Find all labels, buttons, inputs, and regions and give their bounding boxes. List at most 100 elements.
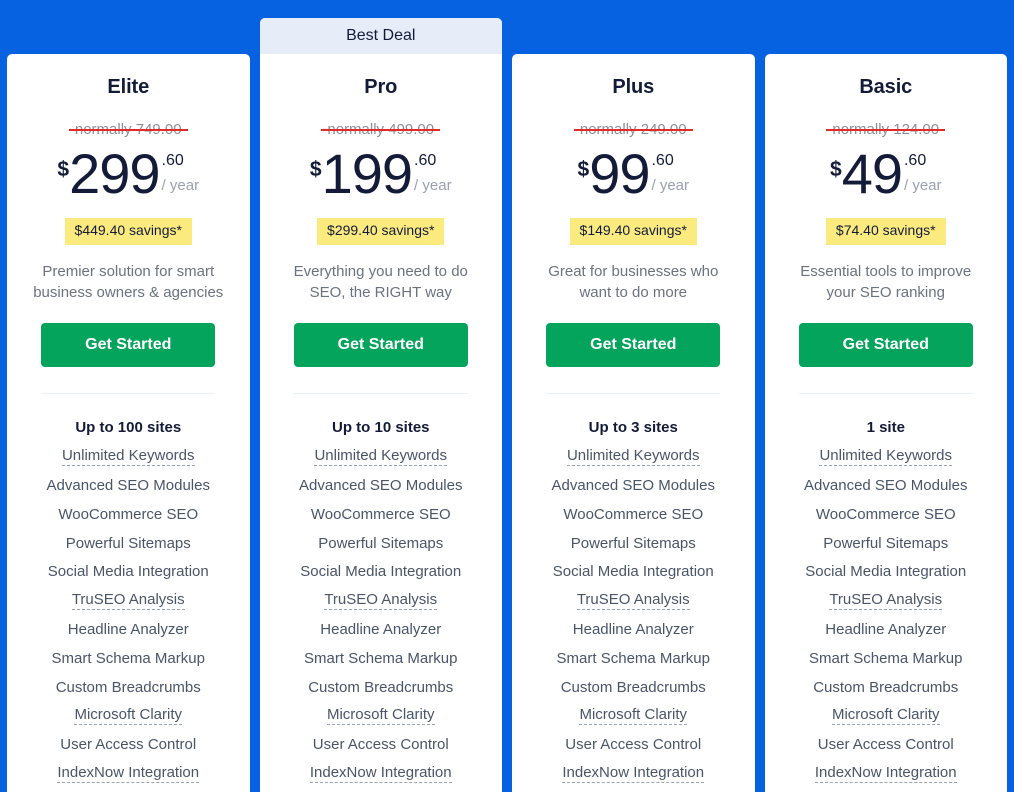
feature-item[interactable]: TruSEO Analysis [274,586,489,615]
get-started-button[interactable]: Get Started [546,322,721,367]
plan-card-plus: Plus normally 249.00 $99.60 / year $149.40 s… [512,54,755,792]
feature-item: Premium Support [21,788,236,792]
feature-item: WooCommerce SEO [563,505,704,523]
plan-description: Essential tools to improve your SEO rank… [800,262,972,301]
price-amount: 49 [841,142,903,205]
feature-item[interactable]: TruSEO Analysis [526,586,741,615]
pricing-table: Elite normally 749.00 $299.60/ year $449.40… [0,0,1014,792]
feature-list: Up to 10 sites Unlimited Keywords Advanced… [274,414,489,792]
feature-item: Advanced SEO Modules [299,477,463,495]
feature-item[interactable]: IndexNow Integration [526,759,741,788]
price-suffix: .60 / year [651,152,689,194]
feature-item[interactable]: Unlimited Keywords [21,442,236,471]
feature-item[interactable]: Microsoft Clarity [274,702,489,731]
price-suffix: .60 / year [903,152,942,194]
feature-item: Social Media Integration [552,563,714,581]
feature-item: Powerful Sitemaps [65,534,191,552]
original-price: normally 499.00 [321,121,440,138]
card-divider [293,392,468,394]
price-block: $199.60 / year [309,142,452,205]
feature-item: Custom Breadcrumbs [813,678,959,696]
price-amount: 99 [589,142,650,205]
feature-item: Advanced SEO Modules [551,477,715,495]
billing-term: / year [903,177,942,194]
feature-item[interactable]: TruSEO Analysis [779,586,994,615]
feature-item[interactable]: Microsoft Clarity [21,702,236,731]
savings-badge: $449.40 savings* [64,218,192,245]
feature-item[interactable]: Microsoft Clarity [526,702,741,731]
best-deal-badge: Best Deal [259,18,502,54]
feature-item: Smart Schema Markup [556,649,710,667]
feature-item: Custom Breadcrumbs [560,678,706,696]
currency-symbol: $ [577,158,590,181]
plan-card-basic: Basic normally 124.00 $49.60 / year $74.40 s… [764,54,1007,792]
savings-badge: $149.40 savings* [569,218,697,245]
price-amount: 199 [321,142,413,205]
feature-item: Social Media Integration [47,563,209,581]
plan-name: Basic [859,76,913,98]
price-suffix: .60 / year [161,152,200,194]
price-amount: 299 [69,142,160,205]
savings-badge: $74.40 savings* [825,218,946,245]
feature-item[interactable]: IndexNow Integration [779,759,994,788]
feature-item[interactable]: IndexNow Integration [274,759,489,788]
plan-card-pro: Best Deal Pro normally 499.00 $199.60 / year… [259,18,502,792]
feature-list: Up to 3 sites Unlimited Keywords Advanced … [526,414,741,792]
plan-description: Everything you need to do SEO, the RIGHT… [293,262,468,301]
price-cents: .60 [651,152,674,169]
price-suffix: .60 / year [414,152,452,194]
get-started-button[interactable]: Get Started [41,322,216,367]
card-divider [546,392,721,394]
price-block: $99.60 / year [577,142,690,205]
currency-symbol: $ [830,158,842,181]
feature-item: Standard Support [779,788,994,792]
feature-item: Headline Analyzer [320,621,442,639]
feature-item[interactable]: TruSEO Analysis [21,586,236,615]
feature-item: WooCommerce SEO [58,505,199,523]
price-block: $299.60 / year [57,142,200,205]
price-cents: .60 [161,152,184,169]
currency-symbol: $ [57,158,70,181]
feature-item: Advanced SEO Modules [804,477,968,495]
plan-name: Pro [364,76,398,98]
billing-term: / year [651,177,689,194]
price-cents: .60 [903,152,927,169]
feature-item: Advanced SEO Modules [46,477,210,495]
feature-list: 1 site Unlimited Keywords Advanced SEO Mod… [779,414,994,792]
feature-item: Custom Breadcrumbs [308,678,454,696]
feature-item: Headline Analyzer [572,621,694,639]
feature-item: User Access Control [312,736,449,754]
plan-name: Elite [107,76,150,98]
get-started-button[interactable]: Get Started [798,322,973,367]
feature-item: WooCommerce SEO [310,505,451,523]
feature-item: Standard Support [526,788,741,792]
billing-term: / year [161,177,200,194]
plan-description: Premier solution for smart business owne… [33,262,224,301]
feature-item: Smart Schema Markup [809,649,963,667]
feature-item: Powerful Sitemaps [318,534,444,552]
savings-badge: $299.40 savings* [317,218,445,245]
feature-item: Smart Schema Markup [51,649,205,667]
feature-item: Powerful Sitemaps [823,534,949,552]
feature-item[interactable]: Unlimited Keywords [526,442,741,471]
feature-item: Priority Support [274,788,489,792]
plan-description: Great for businesses who want to do more [548,262,719,301]
feature-item-sites: Up to 10 sites [331,419,430,437]
original-price: normally 249.00 [574,121,693,138]
feature-item: User Access Control [60,736,197,754]
feature-item: User Access Control [565,736,702,754]
feature-item[interactable]: Microsoft Clarity [779,702,994,731]
feature-item[interactable]: Unlimited Keywords [779,442,994,471]
plan-card-elite: Elite normally 749.00 $299.60 / year $449.40… [7,54,250,792]
original-price: normally 749.00 [69,121,188,138]
feature-item: Powerful Sitemaps [570,534,696,552]
currency-symbol: $ [309,158,322,181]
get-started-button[interactable]: Get Started [293,322,468,367]
feature-item: Headline Analyzer [67,621,189,639]
feature-item[interactable]: IndexNow Integration [21,759,236,788]
feature-item[interactable]: Unlimited Keywords [274,442,489,471]
feature-item-sites: Up to 3 sites [588,419,678,437]
price-cents: .60 [414,152,437,169]
feature-item: WooCommerce SEO [815,505,956,523]
price-block: $49.60 / year [830,142,942,205]
